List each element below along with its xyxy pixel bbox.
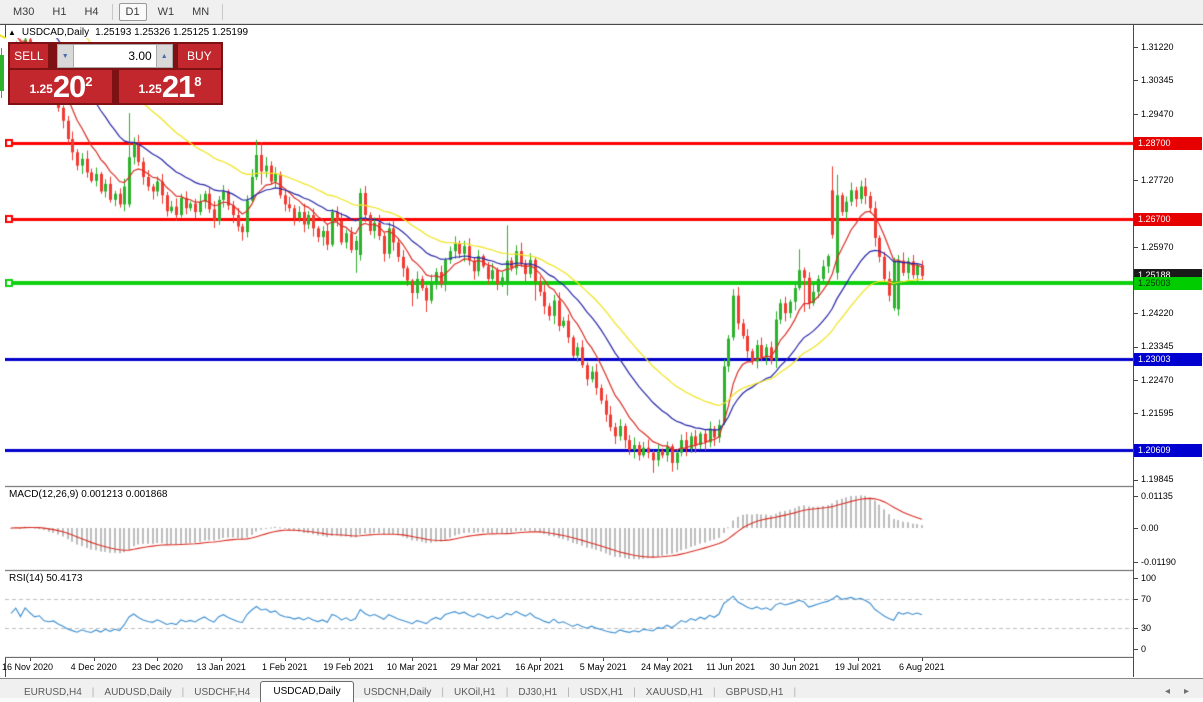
date-label: 4 Dec 2020 (71, 662, 117, 672)
volume-decrease-button[interactable]: ▼ (57, 44, 74, 68)
volume-increase-button[interactable]: ▲ (156, 44, 173, 68)
date-tick (603, 658, 604, 661)
macd-tick-label: -0.01190 (1134, 557, 1176, 567)
chart-quote-ohlc: 1.25193 1.25326 1.25125 1.25199 (95, 27, 248, 38)
macd-tick-label: 0.01135 (1134, 491, 1173, 501)
one-click-trade-panel: SELL ▼ 3.00 ▲ BUY 1.25 20 2 1.25 21 8 (8, 42, 223, 105)
date-tick (476, 658, 477, 661)
rsi-indicator-label: RSI(14) 50.4173 (9, 573, 82, 584)
date-label: 30 Jun 2021 (770, 662, 820, 672)
date-label: 24 May 2021 (641, 662, 693, 672)
buy-price-base: 1.25 (138, 76, 161, 102)
sell-price-point: 2 (85, 75, 92, 88)
tab-scroll-right-icon[interactable]: ▸ (1184, 686, 1189, 697)
clipped-candle-wick (1, 48, 2, 98)
timeframe-toolbar: 5M30H1H4 D1W1MN (0, 0, 1203, 24)
date-tick (221, 658, 222, 661)
date-tick (30, 658, 31, 661)
date-tick (858, 658, 859, 661)
price-tick-label: 1.29470 (1134, 109, 1174, 119)
mt4-terminal: 5M30H1H4 D1W1MN ▲ USDCAD,Daily 1.25193 1.… (0, 0, 1203, 702)
level-price-label: 1.26700 (1134, 213, 1202, 226)
price-tick-label: 1.22470 (1134, 375, 1174, 385)
date-label: 1 Feb 2021 (262, 662, 308, 672)
date-tick (285, 658, 286, 661)
price-tick-label: 1.21595 (1134, 408, 1174, 418)
timeframe-button-5[interactable]: 5 (0, 3, 4, 21)
date-label: 11 Jun 2021 (706, 662, 755, 672)
price-tick-label: 1.24220 (1134, 308, 1174, 318)
rsi-tick-label: 70 (1134, 594, 1151, 604)
chart-tab-usdcad[interactable]: USDCAD,Daily (260, 681, 353, 702)
buy-price-point: 8 (194, 75, 201, 88)
timeframe-button-w1[interactable]: W1 (151, 3, 182, 21)
date-label: 6 Aug 2021 (899, 662, 945, 672)
buy-button[interactable]: BUY (178, 44, 221, 68)
price-tick-label: 1.25970 (1134, 242, 1174, 252)
collapse-triangle-icon[interactable]: ▲ (8, 28, 16, 37)
date-label: 16 Nov 2020 (2, 662, 53, 672)
date-tick (412, 658, 413, 661)
sell-button[interactable]: SELL (10, 44, 48, 68)
date-tick (731, 658, 732, 661)
timeframe-button-h1[interactable]: H1 (45, 3, 73, 21)
date-label: 10 Mar 2021 (387, 662, 438, 672)
level-price-label: 1.25003 (1134, 277, 1202, 290)
price-tick-label: 1.27720 (1134, 175, 1174, 185)
date-label: 5 May 2021 (580, 662, 627, 672)
toolbar-separator (222, 4, 223, 20)
sell-price-quote[interactable]: 1.25 20 2 (10, 70, 112, 103)
date-tick (94, 658, 95, 661)
price-tick-label: 1.19845 (1134, 474, 1174, 484)
date-tick (349, 658, 350, 661)
volume-input[interactable]: 3.00 (74, 44, 156, 68)
date-label: 19 Jul 2021 (835, 662, 882, 672)
price-tick-label: 1.30345 (1134, 75, 1174, 85)
date-tick (540, 658, 541, 661)
date-tick (794, 658, 795, 661)
timeframe-button-clipped[interactable]: 5 (0, 3, 4, 21)
sell-price-base: 1.25 (29, 76, 52, 102)
timeframe-button-m30[interactable]: M30 (6, 3, 41, 21)
price-tick-label: 1.23345 (1134, 341, 1174, 351)
timeframe-button-h4[interactable]: H4 (77, 3, 105, 21)
rsi-tick-label: 0 (1134, 644, 1146, 654)
rsi-tick-label: 100 (1134, 573, 1156, 583)
buy-price-quote[interactable]: 1.25 21 8 (119, 70, 221, 103)
chart-title-bar[interactable]: ▲ USDCAD,Daily 1.25193 1.25326 1.25125 1… (8, 26, 248, 39)
date-tick (157, 658, 158, 661)
date-tick (922, 658, 923, 661)
timeframe-button-mn[interactable]: MN (185, 3, 216, 21)
tab-bar-footer (0, 698, 1203, 702)
macd-indicator-label: MACD(12,26,9) 0.001213 0.001868 (9, 489, 167, 500)
macd-tick-label: 0.00 (1134, 523, 1159, 533)
date-label: 13 Jan 2021 (196, 662, 246, 672)
level-price-label: 1.20609 (1134, 444, 1202, 457)
price-chart-canvas[interactable] (5, 38, 1133, 658)
timeframe-button-d1[interactable]: D1 (119, 3, 147, 21)
level-price-label: 1.23003 (1134, 353, 1202, 366)
date-tick (667, 658, 668, 661)
date-axis: 16 Nov 2020 4 Dec 2020 23 Dec 2020 13 Jan 2… (0, 658, 1133, 677)
tab-scroll-left-icon[interactable]: ◂ (1165, 686, 1170, 697)
price-axis: 1.31220 1.30345 1.29470 1.27720 1.25970 1.242… (1134, 24, 1203, 677)
price-tick-label: 1.31220 (1134, 42, 1174, 52)
date-label: 29 Mar 2021 (451, 662, 502, 672)
date-label: 16 Apr 2021 (515, 662, 564, 672)
rsi-tick-label: 30 (1134, 623, 1151, 633)
chart-symbol-period: USDCAD,Daily (22, 27, 89, 38)
date-label: 19 Feb 2021 (323, 662, 374, 672)
toolbar-separator (112, 4, 113, 20)
buy-price-pips: 21 (162, 72, 194, 102)
level-price-label: 1.28700 (1134, 137, 1202, 150)
sell-price-pips: 20 (53, 72, 85, 102)
date-label: 23 Dec 2020 (132, 662, 183, 672)
